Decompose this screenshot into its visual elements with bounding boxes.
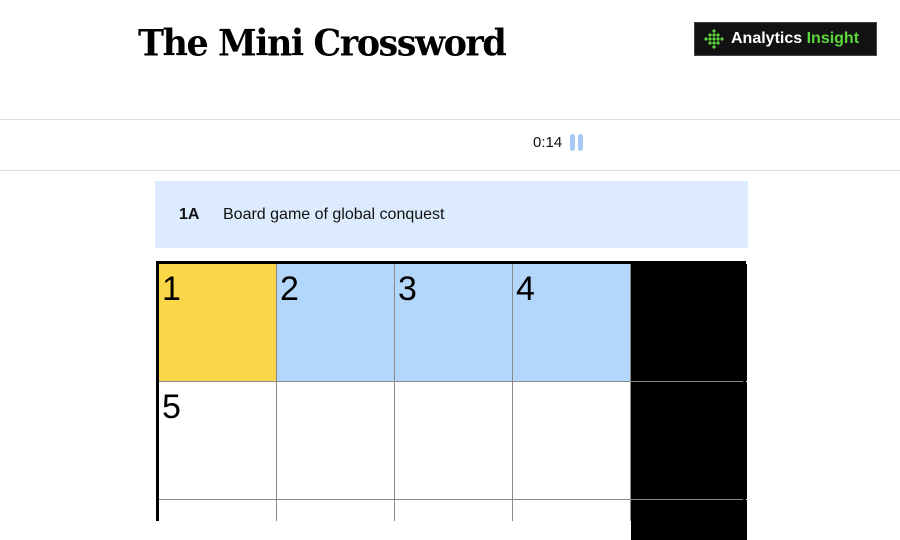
clue-text: Board game of global conquest bbox=[223, 205, 445, 223]
timer-value: 0:14 bbox=[533, 134, 563, 151]
crossword-cell[interactable] bbox=[395, 382, 512, 499]
pause-bar-left bbox=[570, 134, 576, 151]
crossword-cell[interactable] bbox=[395, 500, 512, 540]
logo-text-prefix: Analytics bbox=[731, 30, 807, 47]
crossword-cell[interactable] bbox=[277, 500, 394, 540]
cell-number: 2 bbox=[280, 270, 299, 308]
crossword-cell[interactable]: 3 bbox=[395, 264, 512, 381]
pause-bar-right bbox=[578, 134, 584, 151]
dots-logo-icon bbox=[704, 29, 724, 49]
crossword-cell[interactable]: 2 bbox=[277, 264, 394, 381]
toolbar-bottom-divider bbox=[0, 170, 900, 171]
cell-number: 5 bbox=[162, 388, 181, 426]
crossword-grid: 1 2 3 4 5 bbox=[156, 261, 747, 540]
logo-text-accent: Insight bbox=[806, 30, 860, 47]
crossword-cell-black bbox=[631, 500, 747, 540]
crossword-cell[interactable] bbox=[513, 382, 630, 499]
crossword-cell-black bbox=[631, 264, 747, 381]
logo-text: Analytics Insight bbox=[731, 30, 859, 48]
cell-number: 1 bbox=[162, 270, 181, 308]
clue-number: 1A bbox=[179, 205, 200, 223]
crossword-cell-black bbox=[631, 382, 747, 499]
cell-number: 3 bbox=[398, 270, 417, 308]
page-title: The Mini Crossword bbox=[138, 21, 507, 65]
timer: 0:14 bbox=[533, 134, 584, 151]
cell-number: 4 bbox=[516, 270, 535, 308]
toolbar-top-divider bbox=[0, 119, 900, 120]
crossword-cell[interactable]: 1 bbox=[159, 264, 276, 381]
crossword-cell[interactable] bbox=[513, 500, 630, 540]
analytics-insight-logo: Analytics Insight bbox=[694, 22, 877, 56]
crossword-cell[interactable]: 5 bbox=[159, 382, 276, 499]
crossword-cell[interactable] bbox=[277, 382, 394, 499]
current-clue-bar[interactable]: 1A Board game of global conquest bbox=[155, 181, 748, 248]
crossword-cell[interactable] bbox=[159, 500, 276, 540]
crossword-cell[interactable]: 4 bbox=[513, 264, 630, 381]
pause-icon[interactable] bbox=[570, 134, 584, 151]
